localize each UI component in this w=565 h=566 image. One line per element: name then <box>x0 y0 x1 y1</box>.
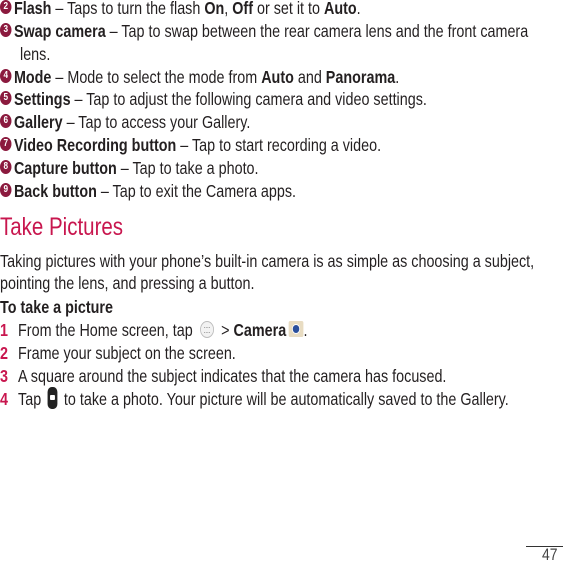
desc: – Tap to adjust the following camera and… <box>70 89 427 109</box>
item-flash: 2 Flash – Taps to turn the flash On, Off … <box>0 0 440 19</box>
number-badge: 3 <box>0 23 12 38</box>
sep: , <box>224 0 233 18</box>
step-text: A square around the subject indicates th… <box>18 366 447 386</box>
option-on: On <box>204 0 225 18</box>
term: Back button <box>13 181 97 201</box>
step-number: 3 <box>0 366 8 386</box>
period: . <box>356 0 361 18</box>
item-settings: 5 Settings – Tap to adjust the following … <box>0 88 521 110</box>
number-badge: 8 <box>0 160 12 175</box>
desc: – Tap to exit the Camera apps. <box>96 181 297 201</box>
gt: > <box>217 320 234 340</box>
desc: and <box>293 67 326 87</box>
step-number: 1 <box>0 320 8 340</box>
term: Gallery <box>13 112 63 132</box>
number-badge: 6 <box>0 114 12 129</box>
term: Swap camera <box>13 21 106 41</box>
desc: – Tap to swap between the rear camera le… <box>105 21 529 41</box>
capture-button-icon <box>47 387 58 410</box>
step-text: From the Home screen, tap <box>18 320 197 340</box>
desc: – Tap to take a photo. <box>116 158 259 178</box>
step-text: Frame your subject on the screen. <box>18 343 236 363</box>
section-title-text: Take Pictures <box>0 213 124 241</box>
term: Video Recording button <box>13 135 177 155</box>
step-2: 2 Frame your subject on the screen. <box>0 342 288 364</box>
item-back: 9 Back button – Tap to exit the Camera ap… <box>0 180 361 202</box>
apps-icon <box>199 320 214 338</box>
step-4: 4 Tap to take a photo. Your picture will … <box>0 387 565 411</box>
step-number: 2 <box>0 343 8 363</box>
item-capture: 8 Capture button – Tap to take a photo. <box>0 157 315 179</box>
item-swap-camera-cont: lens. <box>20 43 57 65</box>
period: . <box>395 67 400 87</box>
option-off: Off <box>232 0 253 18</box>
step-text: to take a photo. Your picture will be au… <box>59 389 509 409</box>
step-number: 4 <box>0 389 8 409</box>
desc: – Mode to select the mode from <box>51 67 262 87</box>
step-3: 3 A square around the subject indicates t… <box>0 365 544 387</box>
option-auto: Auto <box>261 67 294 87</box>
intro-text: pointing the lens, and pressing a button… <box>0 273 255 293</box>
term: Settings <box>13 89 71 109</box>
section-title: Take Pictures <box>0 212 150 242</box>
intro-text-line1: Taking pictures with your phone’s built-… <box>0 250 565 272</box>
step-1: 1 From the Home screen, tap > Camera. <box>0 319 375 341</box>
number-badge: 7 <box>0 137 12 152</box>
term: Mode <box>13 67 52 87</box>
term: Capture button <box>13 158 117 178</box>
desc: lens. <box>20 44 51 64</box>
period: . <box>303 320 308 340</box>
number-badge: 9 <box>0 183 12 198</box>
step-text: Tap <box>18 389 46 409</box>
intro-text-line2: pointing the lens, and pressing a button… <box>0 272 310 294</box>
item-mode: 4 Mode – Mode to select the mode from Aut… <box>0 66 487 88</box>
item-swap-camera: 3 Swap camera – Tap to swap between the r… <box>0 20 565 42</box>
desc: or set it to <box>252 0 324 18</box>
camera-app-icon <box>288 321 304 338</box>
page-number-text: 47 <box>542 545 558 564</box>
camera-label: Camera <box>233 320 287 340</box>
page-number: 47 <box>542 545 561 565</box>
option-auto: Auto <box>323 0 357 18</box>
desc: – Tap to access your Gallery. <box>62 112 251 132</box>
subheading-text: To take a picture <box>0 297 113 317</box>
desc: – Taps to turn the flash <box>51 0 205 18</box>
number-badge: 5 <box>0 91 12 106</box>
item-video-recording: 7 Video Recording button – Tap to start r… <box>0 134 465 156</box>
option-panorama: Panorama <box>325 67 396 87</box>
intro-text: Taking pictures with your phone’s built-… <box>0 251 535 271</box>
number-badge: 4 <box>0 69 12 84</box>
item-gallery: 6 Gallery – Tap to access your Gallery. <box>0 111 305 133</box>
term: Flash <box>13 0 52 18</box>
number-badge: 2 <box>0 0 12 15</box>
desc: – Tap to start recording a video. <box>176 135 382 155</box>
subheading: To take a picture <box>0 296 138 318</box>
